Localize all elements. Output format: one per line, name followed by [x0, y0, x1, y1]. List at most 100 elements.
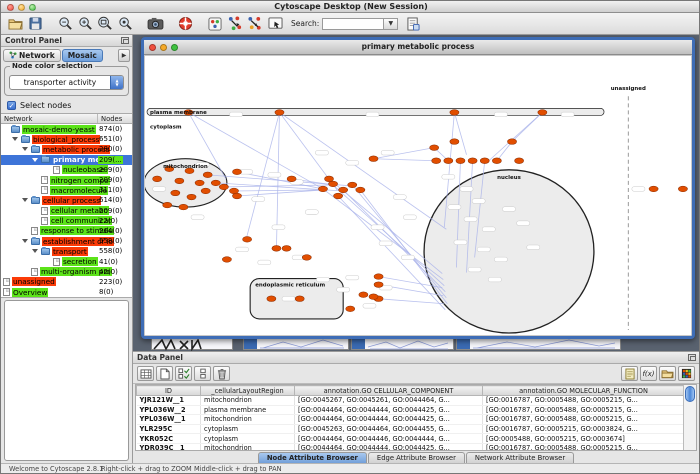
tree-row[interactable]: cell communicat22(0) [1, 216, 132, 226]
network-node[interactable] [507, 139, 516, 145]
table-cell[interactable]: [GO:0016787, GO:0005488, GO:0005215, G..… [483, 415, 685, 425]
network-node[interactable] [232, 169, 241, 175]
network-node[interactable] [267, 296, 276, 302]
network-node[interactable] [339, 187, 348, 193]
tree-row[interactable]: macromolecule311(0) [1, 185, 132, 195]
network-edge[interactable] [329, 179, 442, 274]
network-node[interactable] [480, 158, 489, 164]
network-node[interactable] [359, 292, 368, 298]
network-edge[interactable] [489, 112, 543, 160]
search-dropdown-button[interactable]: ▼ [384, 18, 398, 30]
tab-network[interactable]: Network [3, 49, 61, 62]
snapshot-camera-icon[interactable] [145, 15, 165, 33]
layout-network-b-icon[interactable] [245, 15, 265, 33]
delete-attribute-icon[interactable] [213, 366, 230, 381]
table-cell[interactable]: [GO:0005488, GO:0005215, GO:0003674] [483, 434, 685, 444]
table-cell[interactable]: mitochondrion [201, 415, 295, 425]
table-cell[interactable]: [GO:0016787, GO:0005488, GO:0005215, G..… [483, 405, 685, 415]
browser-tab[interactable]: Node Attribute Browser [258, 452, 367, 463]
search-input[interactable] [322, 18, 384, 30]
table-scrollbar[interactable] [683, 385, 696, 450]
open-file-icon[interactable] [5, 15, 25, 33]
layout-network-a-icon[interactable] [225, 15, 245, 33]
save-icon[interactable] [25, 15, 45, 33]
zoom-in-icon[interactable] [75, 15, 95, 33]
tree-row[interactable]: secretion41(0) [1, 256, 132, 266]
formula-builder-icon[interactable]: f(x) [640, 366, 657, 381]
network-node[interactable] [302, 255, 311, 261]
scrollbar-thumb[interactable] [685, 386, 695, 402]
browser-tab[interactable]: Network Attribute Browser [466, 452, 574, 463]
table-cell[interactable]: [GO:0044464, GO:0044446, GO:0044444, G..… [295, 434, 483, 444]
table-cell[interactable]: [GO:0045263, GO:0044464, GO:0044455, G..… [295, 424, 483, 434]
network-node[interactable] [187, 194, 196, 200]
tree-row[interactable]: primary metabo209(... [1, 155, 132, 165]
network-node[interactable] [175, 178, 184, 184]
help-lifesaver-icon[interactable] [175, 15, 195, 33]
table-cell[interactable]: mitochondrion [201, 443, 295, 451]
tree-row[interactable]: unassigned223(0) [1, 277, 132, 287]
birds-eye-view[interactable] [4, 300, 129, 461]
table-row[interactable]: YKR052Ccytoplasm[GO:0044464, GO:0044446,… [137, 434, 685, 444]
attribute-matrix-icon[interactable] [678, 366, 695, 381]
tab-overflow-arrow[interactable]: ▶ [118, 49, 130, 62]
network-node[interactable] [275, 110, 284, 116]
tree-row[interactable]: cellular metabo209(0) [1, 206, 132, 216]
network-node[interactable] [492, 158, 501, 164]
table-cell[interactable]: [GO:0016787, GO:0005215, GO:0003824, G..… [483, 424, 685, 434]
table-cell[interactable]: YJR121W__1 [137, 396, 201, 406]
network-node[interactable] [243, 236, 252, 242]
attribute-table-header-row[interactable]: ID_cellularLayoutRegionannotation.GO CEL… [137, 386, 685, 396]
network-node[interactable] [515, 158, 524, 164]
browser-tab[interactable]: Edge Attribute Browser [368, 452, 465, 463]
network-node[interactable] [232, 193, 241, 199]
network-node[interactable] [346, 306, 355, 312]
network-node[interactable] [222, 257, 231, 263]
column-header[interactable]: _cellularLayoutRegion [201, 386, 295, 396]
network-node[interactable] [179, 204, 188, 210]
table-cell[interactable]: YLR295C [137, 424, 201, 434]
tab-mosaic[interactable]: Mosaic [62, 49, 103, 62]
network-node[interactable] [430, 145, 439, 151]
network-node[interactable] [287, 176, 296, 182]
table-cell[interactable]: [GO:0045267, GO:0045261, GO:0044464, G..… [295, 396, 483, 406]
network-node[interactable] [282, 246, 291, 252]
tree-row[interactable]: nitrogen compo209(0) [1, 175, 132, 185]
tree-row[interactable]: establishment of lo558(0) [1, 236, 132, 246]
network-node[interactable] [334, 193, 343, 199]
table-row[interactable]: YPL036W__1mitochondrion[GO:0044464, GO:0… [137, 415, 685, 425]
table-cell[interactable]: [GO:0044464, GO:0044444, GO:0044425, G..… [295, 415, 483, 425]
table-cell[interactable]: mitochondrion [201, 396, 295, 406]
annotation-tool-icon[interactable] [265, 15, 285, 33]
network-node[interactable] [432, 158, 441, 164]
table-cell[interactable]: cytoplasm [201, 424, 295, 434]
tree-row[interactable]: transport558(0) [1, 246, 132, 256]
table-row[interactable]: YPL036W__2plasma membrane[GO:0044464, GO… [137, 405, 685, 415]
select-nodes-checkbox[interactable]: ✓ [7, 101, 16, 110]
network-node[interactable] [374, 282, 383, 288]
table-cell[interactable]: cytoplasm [201, 434, 295, 444]
expander-icon[interactable] [22, 239, 28, 243]
table-cell[interactable]: [GO:0044464, GO:0044444, GO:0044425, G..… [295, 443, 483, 451]
network-node[interactable] [153, 176, 162, 182]
network-node[interactable] [356, 187, 365, 193]
network-edge[interactable] [323, 189, 443, 280]
network-node[interactable] [468, 158, 477, 164]
network-edge[interactable] [454, 112, 466, 154]
expander-icon[interactable] [32, 158, 38, 162]
table-cell[interactable]: [GO:0016787, GO:0005488, GO:0005215, G..… [483, 443, 685, 451]
network-canvas[interactable]: plasma membrane cytoplasm mitochondrion … [145, 56, 691, 335]
expander-icon[interactable] [22, 198, 28, 202]
network-node[interactable] [348, 182, 357, 188]
network-node[interactable] [211, 180, 220, 186]
network-node[interactable] [374, 274, 383, 280]
table-cell[interactable]: YKR052C [137, 434, 201, 444]
expander-icon[interactable] [12, 137, 18, 141]
network-node[interactable] [272, 246, 281, 252]
network-node[interactable] [538, 110, 547, 116]
table-row[interactable]: YLR295Ccytoplasm[GO:0045263, GO:0044464,… [137, 424, 685, 434]
table-cell[interactable]: YPL036W__2 [137, 405, 201, 415]
import-attributes-icon[interactable] [659, 366, 676, 381]
network-node[interactable] [219, 184, 228, 190]
column-header[interactable]: annotation.GO CELLULAR_COMPONENT [295, 386, 483, 396]
